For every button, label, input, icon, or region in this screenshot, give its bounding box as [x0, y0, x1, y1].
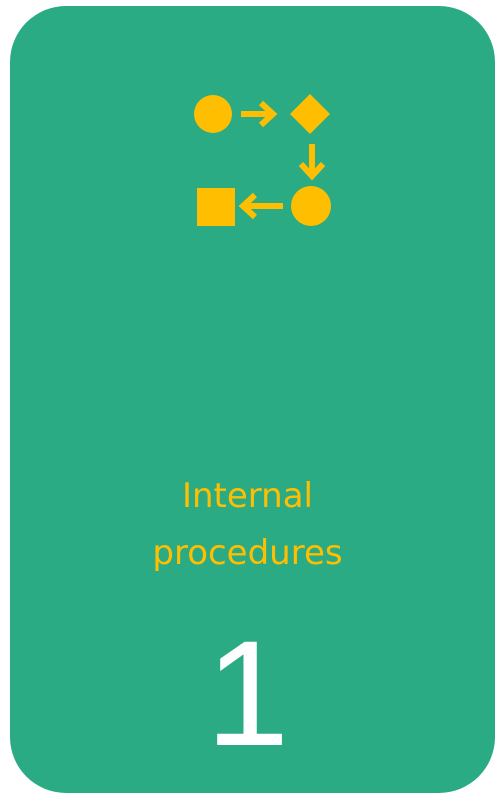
- flow-start-circle-shape: [194, 95, 232, 133]
- flow-process-square-shape: [197, 188, 235, 226]
- internal-procedures-card[interactable]: Internal procedures 1: [10, 6, 495, 793]
- card-number: 1: [205, 609, 290, 777]
- card-title-line-2: procedures: [152, 533, 343, 573]
- flow-end-circle-shape: [291, 186, 331, 226]
- process-flow-icon: [194, 94, 331, 226]
- flow-decision-diamond-shape: [290, 94, 330, 134]
- card-title-line-1: Internal: [181, 476, 314, 516]
